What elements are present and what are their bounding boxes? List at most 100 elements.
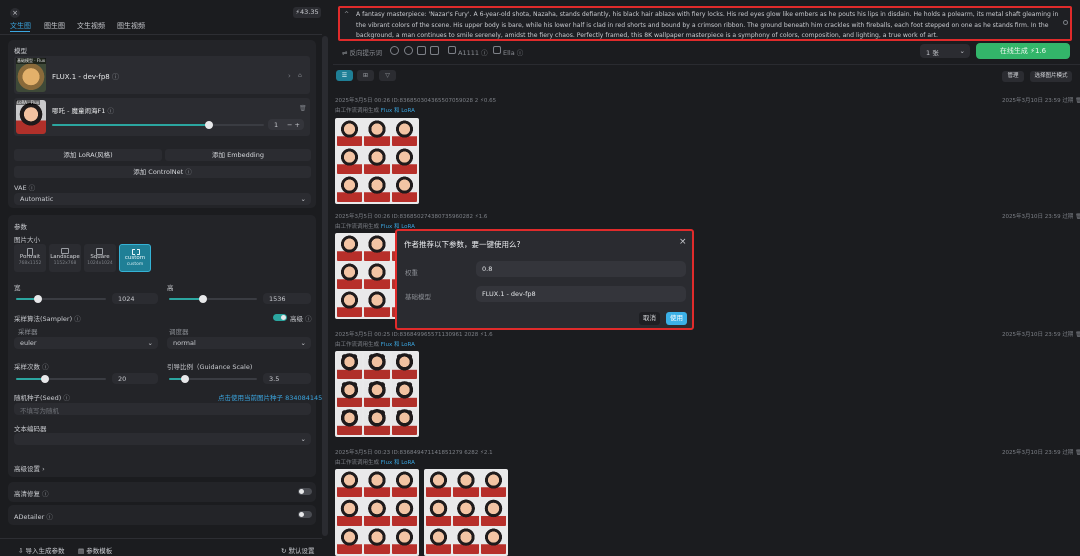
- weight-field[interactable]: 0.8: [476, 261, 686, 277]
- ella-label: Ella ⓘ: [503, 49, 524, 57]
- ella-checkbox[interactable]: [493, 46, 501, 54]
- image-tile: [337, 120, 363, 146]
- settings-icon[interactable]: [390, 46, 399, 55]
- result-image[interactable]: [335, 118, 419, 204]
- balance-badge: ⚡43.35: [293, 7, 321, 18]
- select-mode-button[interactable]: 选择图片模式: [1030, 71, 1072, 82]
- cfg-input[interactable]: 3.5: [263, 373, 311, 384]
- import-params-button[interactable]: ⇩ 导入生成参数: [18, 545, 65, 555]
- link-icon: ⇌: [342, 49, 348, 57]
- left-scrollbar[interactable]: [322, 36, 328, 536]
- steps-slider[interactable]: [16, 375, 106, 383]
- steps-input[interactable]: 20: [112, 373, 158, 384]
- image-count-select[interactable]: 1 张 ⌄: [920, 44, 970, 58]
- width-input[interactable]: 1024: [112, 293, 158, 304]
- seed-input[interactable]: 不填写为随机: [14, 403, 311, 415]
- chevron-right-icon[interactable]: ›: [288, 72, 291, 80]
- image-tile: [337, 381, 363, 407]
- result-image[interactable]: [424, 469, 508, 556]
- active-tab-indicator: [10, 31, 30, 32]
- view-grid-button[interactable]: ⊞: [357, 70, 374, 81]
- lock-icon[interactable]: ⌂: [298, 72, 302, 79]
- tab-image-to-video[interactable]: 图生视频: [117, 21, 145, 31]
- height-input[interactable]: 1536: [263, 293, 311, 304]
- negative-prompt-toggle[interactable]: ⇌ 反向提示词: [342, 47, 382, 57]
- lora-weight-slider[interactable]: [52, 121, 264, 129]
- advanced-toggle[interactable]: [273, 314, 287, 321]
- view-list-button[interactable]: ☰: [336, 70, 353, 81]
- chevron-up-icon[interactable]: ^: [344, 10, 349, 21]
- hires-toggle[interactable]: [298, 488, 312, 495]
- sampler-select[interactable]: euler ⌄: [14, 337, 158, 349]
- delete-icon[interactable]: 🗑: [1075, 332, 1080, 338]
- stepper-icon[interactable]: − +: [287, 121, 300, 129]
- height-slider[interactable]: [169, 295, 257, 303]
- ella-text: Ella: [503, 49, 515, 57]
- slider-knob[interactable]: [181, 375, 189, 383]
- size-option-custom[interactable]: custom custom: [119, 244, 151, 272]
- close-icon[interactable]: ×: [10, 8, 20, 18]
- add-embedding-button[interactable]: 添加 Embedding: [165, 149, 311, 161]
- delete-icon[interactable]: 🗑: [1075, 450, 1080, 456]
- tab-text-to-video[interactable]: 文生视频: [77, 21, 105, 31]
- result-image[interactable]: [335, 469, 419, 556]
- cfg-slider[interactable]: [169, 375, 257, 383]
- apply-button[interactable]: 使用: [666, 312, 687, 325]
- delete-icon[interactable]: 🗑: [299, 105, 307, 112]
- entry-tag[interactable]: Flux 和 LoRA: [381, 108, 415, 114]
- entry-header: 2025年3月5日 00:26 ID:836850304365507059028…: [335, 98, 497, 104]
- size-option-square[interactable]: Square 1024x1024: [84, 244, 116, 272]
- import-icon: ⇩: [18, 547, 24, 555]
- lora-name-text: 哪吒 - 魔童闹海F1: [52, 107, 106, 115]
- prompt-textarea[interactable]: ^ A fantasy masterpiece: 'Nazar's Fury'.…: [338, 6, 1072, 41]
- a1111-checkbox[interactable]: [448, 46, 456, 54]
- image-icon[interactable]: [417, 46, 426, 55]
- manage-button[interactable]: 管理: [1002, 71, 1024, 82]
- entry-tag[interactable]: Flux 和 LoRA: [381, 342, 415, 348]
- vae-select[interactable]: Automatic ⌄: [14, 193, 311, 205]
- vae-value: Automatic: [20, 195, 54, 203]
- resize-icon[interactable]: [1063, 20, 1068, 25]
- filter-button[interactable]: ▽: [379, 70, 396, 81]
- entry-subtitle: 由工作流调用生成 Flux 和 LoRA: [335, 458, 415, 466]
- advanced-settings-toggle[interactable]: 高级设置 ›: [14, 463, 45, 473]
- scheduler-select[interactable]: normal ⌄: [167, 337, 311, 349]
- base-model-field[interactable]: FLUX.1 - dev-fp8: [476, 286, 686, 302]
- lora-weight-input[interactable]: 1 − +: [268, 119, 304, 130]
- param-template-button[interactable]: ▤ 参数模板: [78, 545, 112, 555]
- size-option-portrait[interactable]: Portrait 768x1152: [14, 244, 46, 272]
- cfg-label-text: 引导比例（Guidance Scale): [167, 363, 253, 371]
- size-option-landscape[interactable]: Landscape 1152x768: [49, 244, 81, 272]
- lora-name: 哪吒 - 魔童闹海F1 ⓘ: [52, 105, 114, 115]
- width-slider[interactable]: [16, 295, 106, 303]
- info-icon: ⓘ: [107, 107, 114, 115]
- slider-knob[interactable]: [205, 121, 213, 129]
- image-tile: [391, 176, 417, 202]
- entry-tag[interactable]: Flux 和 LoRA: [381, 460, 415, 466]
- adetailer-toggle[interactable]: [298, 511, 312, 518]
- result-image[interactable]: [335, 351, 419, 437]
- entry-source: 由工作流调用生成: [335, 342, 380, 348]
- tab-text-to-image[interactable]: 文生图: [10, 21, 31, 31]
- bottom-divider: [0, 538, 322, 539]
- lora-thumbnail: [16, 100, 46, 134]
- close-icon[interactable]: ×: [679, 237, 687, 247]
- slider-knob[interactable]: [199, 295, 207, 303]
- generate-button[interactable]: 在线生成 ⚡1.6: [976, 43, 1070, 59]
- use-current-seed-link[interactable]: 点击使用当前图片种子 834084145: [218, 392, 322, 402]
- tab-image-to-image[interactable]: 图生图: [44, 21, 65, 31]
- slider-knob[interactable]: [34, 295, 42, 303]
- info-icon: ⓘ: [111, 73, 119, 81]
- seed-label: 随机种子(Seed) ⓘ: [14, 394, 70, 402]
- scheduler-sub-label: 调度器: [169, 328, 189, 336]
- cancel-button[interactable]: 取消: [639, 312, 660, 325]
- text-encoder-select[interactable]: ⌄: [14, 433, 311, 445]
- grid-icon[interactable]: [430, 46, 439, 55]
- add-lora-button[interactable]: 添加 LoRA(风格): [14, 149, 162, 161]
- delete-icon[interactable]: 🗑: [1075, 98, 1080, 104]
- reset-defaults-button[interactable]: ↻ 默认设置: [281, 545, 315, 555]
- slider-knob[interactable]: [41, 375, 49, 383]
- add-controlnet-button[interactable]: 添加 ControlNet ⓘ: [14, 166, 311, 178]
- gear-icon[interactable]: [404, 46, 413, 55]
- delete-icon[interactable]: 🗑: [1075, 214, 1080, 220]
